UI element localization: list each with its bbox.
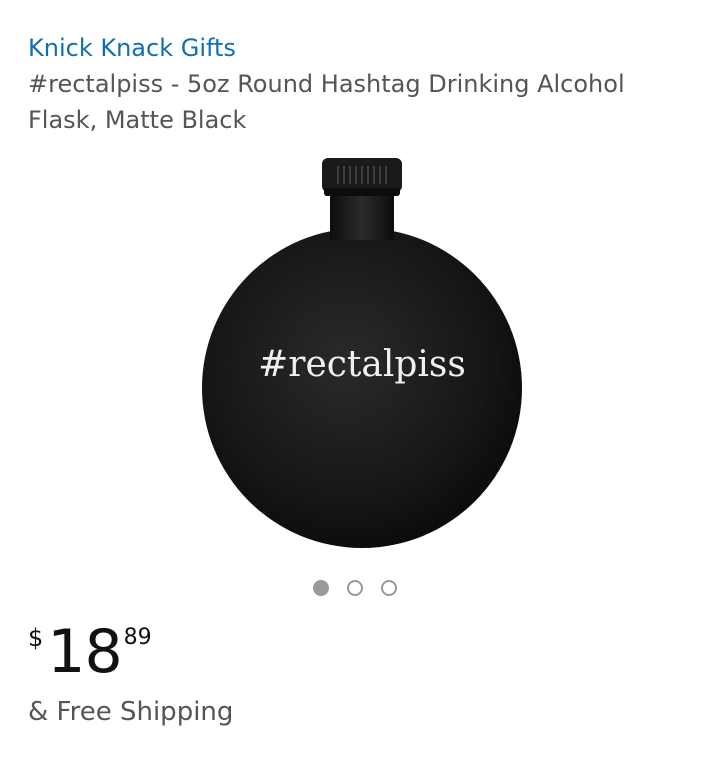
image-carousel-dots [313,580,397,596]
carousel-dot-3[interactable] [381,580,397,596]
product-title: #rectalpiss - 5oz Round Hashtag Drinking… [28,70,625,134]
price: $ 18 89 [28,618,152,686]
price-currency-symbol: $ [28,624,44,652]
product-image[interactable]: #rectalpiss [192,150,532,560]
price-fraction: 89 [123,625,152,650]
flask-engraving: #rectalpiss [258,344,466,385]
flask-image: #rectalpiss [202,158,522,548]
flask-neck [330,190,394,240]
shipping-info: & Free Shipping [28,697,234,727]
carousel-dot-1[interactable] [313,580,329,596]
flask-body [202,228,522,548]
brand-link[interactable]: Knick Knack Gifts [28,32,236,64]
price-whole: 18 [47,617,122,687]
carousel-dot-2[interactable] [347,580,363,596]
